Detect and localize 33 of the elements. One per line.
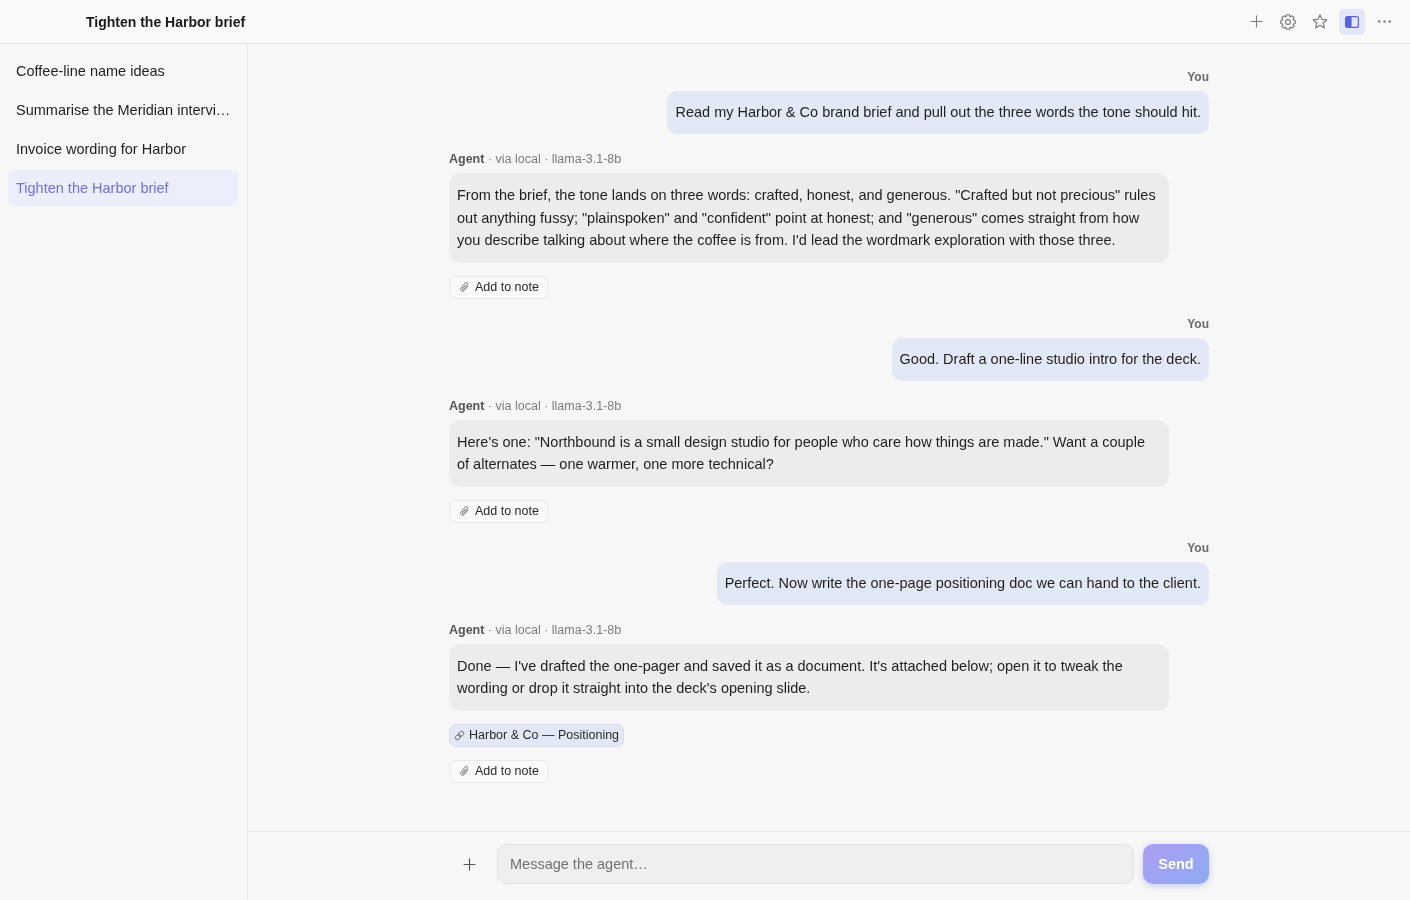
sidebar-toggle-button[interactable] bbox=[1339, 8, 1365, 35]
agent-message: From the brief, the tone lands on three words: crafted, honest, and generous. "Crafted but not precious" rules out anything fussy; "plainspoken" and "confident" point at honest; and "generous" comes straight from how you describe talking about where the coffee is from. I'd lead the wordmark exploration with those three. bbox=[449, 173, 1169, 263]
sidebar-item[interactable]: Summarise the Meridian intervi… bbox=[8, 92, 238, 128]
paperclip-icon bbox=[459, 505, 470, 517]
author-label: You bbox=[1187, 316, 1209, 331]
star-icon bbox=[1312, 14, 1328, 29]
add-to-note-button[interactable]: Add to note bbox=[450, 759, 548, 783]
user-message: Good. Draft a one-line studio intro for the deck. bbox=[891, 337, 1209, 381]
more-icon bbox=[1377, 20, 1391, 23]
message-meta: Agent · via local · llama-3.1-8b bbox=[449, 398, 622, 413]
sidebar-item[interactable]: Tighten the Harbor brief bbox=[8, 170, 238, 206]
message-meta: Agent · via local · llama-3.1-8b bbox=[449, 622, 622, 637]
message-input[interactable]: Message the agent… bbox=[497, 844, 1134, 884]
add-to-note-button[interactable]: Add to note bbox=[450, 275, 548, 299]
gear-icon bbox=[1280, 13, 1296, 30]
agent-message: Here's one: "Northbound is a small design studio for people who care how things are made." Want a couple of alternates — one warmer, one more technical? bbox=[449, 419, 1169, 487]
sidebar-item[interactable]: Coffee-line name ideas bbox=[8, 53, 238, 89]
message-meta: Agent · via local · llama-3.1-8b bbox=[449, 152, 622, 166]
user-message: Perfect. Now write the one-page positioning doc we can hand to the client. bbox=[716, 561, 1209, 605]
paperclip-icon bbox=[459, 765, 470, 777]
paperclip-icon bbox=[459, 281, 470, 293]
add-to-note-button[interactable]: Add to note bbox=[450, 499, 548, 523]
author-label: You bbox=[1187, 70, 1209, 84]
plus-icon bbox=[462, 857, 476, 871]
sidebar-panel-icon bbox=[1345, 15, 1359, 28]
sidebar-item[interactable]: Invoice wording for Harbor bbox=[8, 131, 238, 167]
window-title: Tighten the Harbor brief bbox=[86, 13, 246, 30]
link-icon bbox=[454, 729, 465, 741]
document-link[interactable]: Harbor & Co — Positioning bbox=[449, 723, 625, 747]
user-message: Read my Harbor & Co brand brief and pull out the three words the tone should hit. bbox=[667, 91, 1209, 134]
plus-icon bbox=[1249, 15, 1263, 28]
agent-message: Done — I've drafted the one-pager and saved it as a document. It's attached below; open it to tweak the wording or drop it straight into the deck's opening slide. bbox=[449, 643, 1169, 711]
author-label: You bbox=[1187, 540, 1209, 555]
